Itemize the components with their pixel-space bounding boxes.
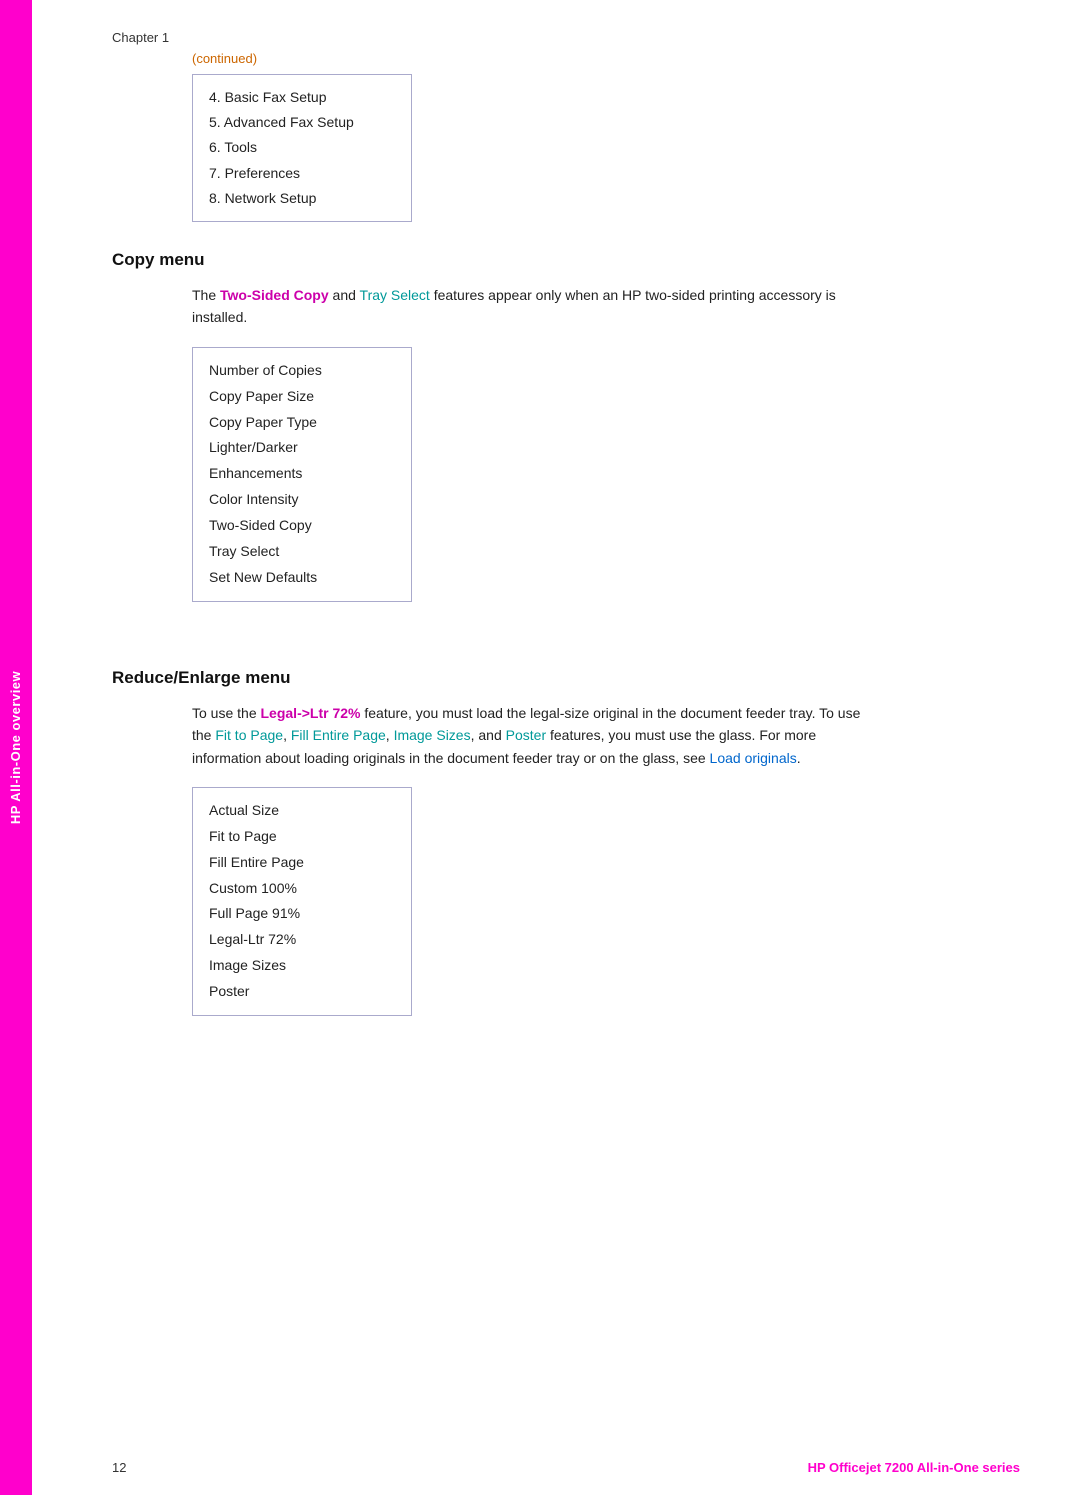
- list-item: Poster: [209, 979, 395, 1005]
- numbered-list-box: 4. Basic Fax Setup 5. Advanced Fax Setup…: [192, 74, 412, 222]
- copy-menu-intro: The Two-Sided Copy and Tray Select featu…: [192, 284, 872, 329]
- chapter-label: Chapter 1: [112, 30, 1020, 45]
- list-item: Copy Paper Size: [209, 384, 395, 410]
- copy-menu-section: Copy menu The Two-Sided Copy and Tray Se…: [112, 250, 1020, 638]
- sidebar-tab: HP All-in-One overview: [0, 0, 32, 1495]
- list-item: Enhancements: [209, 461, 395, 487]
- reduce-enlarge-list-box: Actual Size Fit to Page Fill Entire Page…: [192, 787, 412, 1016]
- list-item: Copy Paper Type: [209, 410, 395, 436]
- footer-page-number: 12: [112, 1460, 126, 1475]
- continued-label: (continued): [192, 51, 1020, 66]
- footer: 12 HP Officejet 7200 All-in-One series: [32, 1460, 1080, 1475]
- list-item: Lighter/Darker: [209, 435, 395, 461]
- list-item: Actual Size: [209, 798, 395, 824]
- reduce-enlarge-heading: Reduce/Enlarge menu: [112, 668, 1020, 688]
- list-item: Color Intensity: [209, 487, 395, 513]
- list-item: 5. Advanced Fax Setup: [209, 110, 395, 135]
- intro-plain-3: ,: [283, 727, 291, 743]
- intro-plain-5: , and: [471, 727, 506, 743]
- list-item: Image Sizes: [209, 953, 395, 979]
- two-sided-copy-highlight: Two-Sided Copy: [220, 287, 329, 303]
- page-container: HP All-in-One overview Chapter 1 (contin…: [0, 0, 1080, 1495]
- list-item: Two-Sided Copy: [209, 513, 395, 539]
- list-item: Legal-Ltr 72%: [209, 927, 395, 953]
- list-item: Fill Entire Page: [209, 850, 395, 876]
- intro-plain-1: To use the: [192, 705, 261, 721]
- list-item: 6. Tools: [209, 135, 395, 160]
- load-originals-link[interactable]: Load originals: [710, 750, 797, 766]
- intro-plain-1: The: [192, 287, 220, 303]
- sidebar-tab-text: HP All-in-One overview: [9, 671, 24, 824]
- footer-product-name: HP Officejet 7200 All-in-One series: [808, 1460, 1020, 1475]
- image-sizes-highlight: Image Sizes: [394, 727, 471, 743]
- fit-to-page-highlight: Fit to Page: [215, 727, 283, 743]
- intro-plain-2: and: [329, 287, 360, 303]
- copy-menu-list: Number of Copies Copy Paper Size Copy Pa…: [209, 358, 395, 591]
- list-item: Set New Defaults: [209, 565, 395, 591]
- legal-ltr-highlight: Legal->Ltr 72%: [261, 705, 361, 721]
- list-item: 8. Network Setup: [209, 186, 395, 211]
- intro-plain-7: .: [797, 750, 801, 766]
- reduce-enlarge-list: Actual Size Fit to Page Fill Entire Page…: [209, 798, 395, 1005]
- numbered-list: 4. Basic Fax Setup 5. Advanced Fax Setup…: [209, 85, 395, 211]
- list-item: Number of Copies: [209, 358, 395, 384]
- main-content: Chapter 1 (continued) 4. Basic Fax Setup…: [32, 0, 1080, 1142]
- intro-plain-4: ,: [386, 727, 394, 743]
- copy-menu-list-box: Number of Copies Copy Paper Size Copy Pa…: [192, 347, 412, 602]
- fill-entire-page-highlight: Fill Entire Page: [291, 727, 386, 743]
- tray-select-highlight: Tray Select: [360, 287, 430, 303]
- list-item: Fit to Page: [209, 824, 395, 850]
- reduce-enlarge-menu-section: Reduce/Enlarge menu To use the Legal->Lt…: [112, 668, 1020, 1052]
- list-item: Tray Select: [209, 539, 395, 565]
- list-item: Custom 100%: [209, 876, 395, 902]
- list-item: Full Page 91%: [209, 901, 395, 927]
- list-item: 4. Basic Fax Setup: [209, 85, 395, 110]
- list-item: 7. Preferences: [209, 161, 395, 186]
- copy-menu-heading: Copy menu: [112, 250, 1020, 270]
- poster-highlight: Poster: [506, 727, 546, 743]
- reduce-enlarge-intro: To use the Legal->Ltr 72% feature, you m…: [192, 702, 872, 769]
